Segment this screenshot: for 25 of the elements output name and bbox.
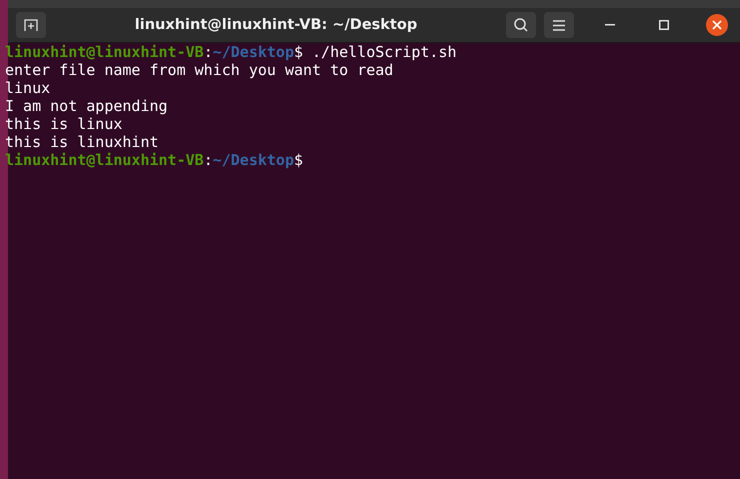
prompt-command: ./helloScript.sh bbox=[312, 43, 457, 61]
close-icon bbox=[712, 20, 722, 30]
search-icon bbox=[513, 17, 529, 33]
new-tab-icon bbox=[24, 18, 38, 32]
prompt-symbol: $ bbox=[294, 151, 304, 169]
output-line: enter file name from which you want to read bbox=[5, 61, 394, 79]
prompt-user: linuxhint@linuxhint-VB bbox=[5, 43, 204, 61]
output-line: I am not appending bbox=[5, 97, 168, 115]
search-button[interactable] bbox=[506, 12, 536, 38]
prompt-separator: : bbox=[204, 151, 213, 169]
prompt-symbol: $ bbox=[294, 43, 304, 61]
prompt-path: ~/Desktop bbox=[212, 43, 294, 61]
window-title: linuxhint@linuxhint-VB: ~/Desktop bbox=[134, 17, 418, 33]
output-line: linux bbox=[5, 79, 50, 97]
minimize-icon bbox=[605, 24, 615, 26]
new-tab-button[interactable] bbox=[16, 12, 46, 38]
maximize-icon bbox=[659, 20, 669, 30]
output-line: this is linuxhint bbox=[5, 133, 159, 151]
prompt-separator: : bbox=[204, 43, 213, 61]
menu-icon bbox=[553, 20, 565, 30]
prompt-path: ~/Desktop bbox=[212, 151, 294, 169]
menu-button[interactable] bbox=[544, 12, 574, 38]
output-line: this is linux bbox=[5, 115, 122, 133]
prompt-user: linuxhint@linuxhint-VB bbox=[5, 151, 204, 169]
close-button[interactable] bbox=[706, 14, 728, 36]
